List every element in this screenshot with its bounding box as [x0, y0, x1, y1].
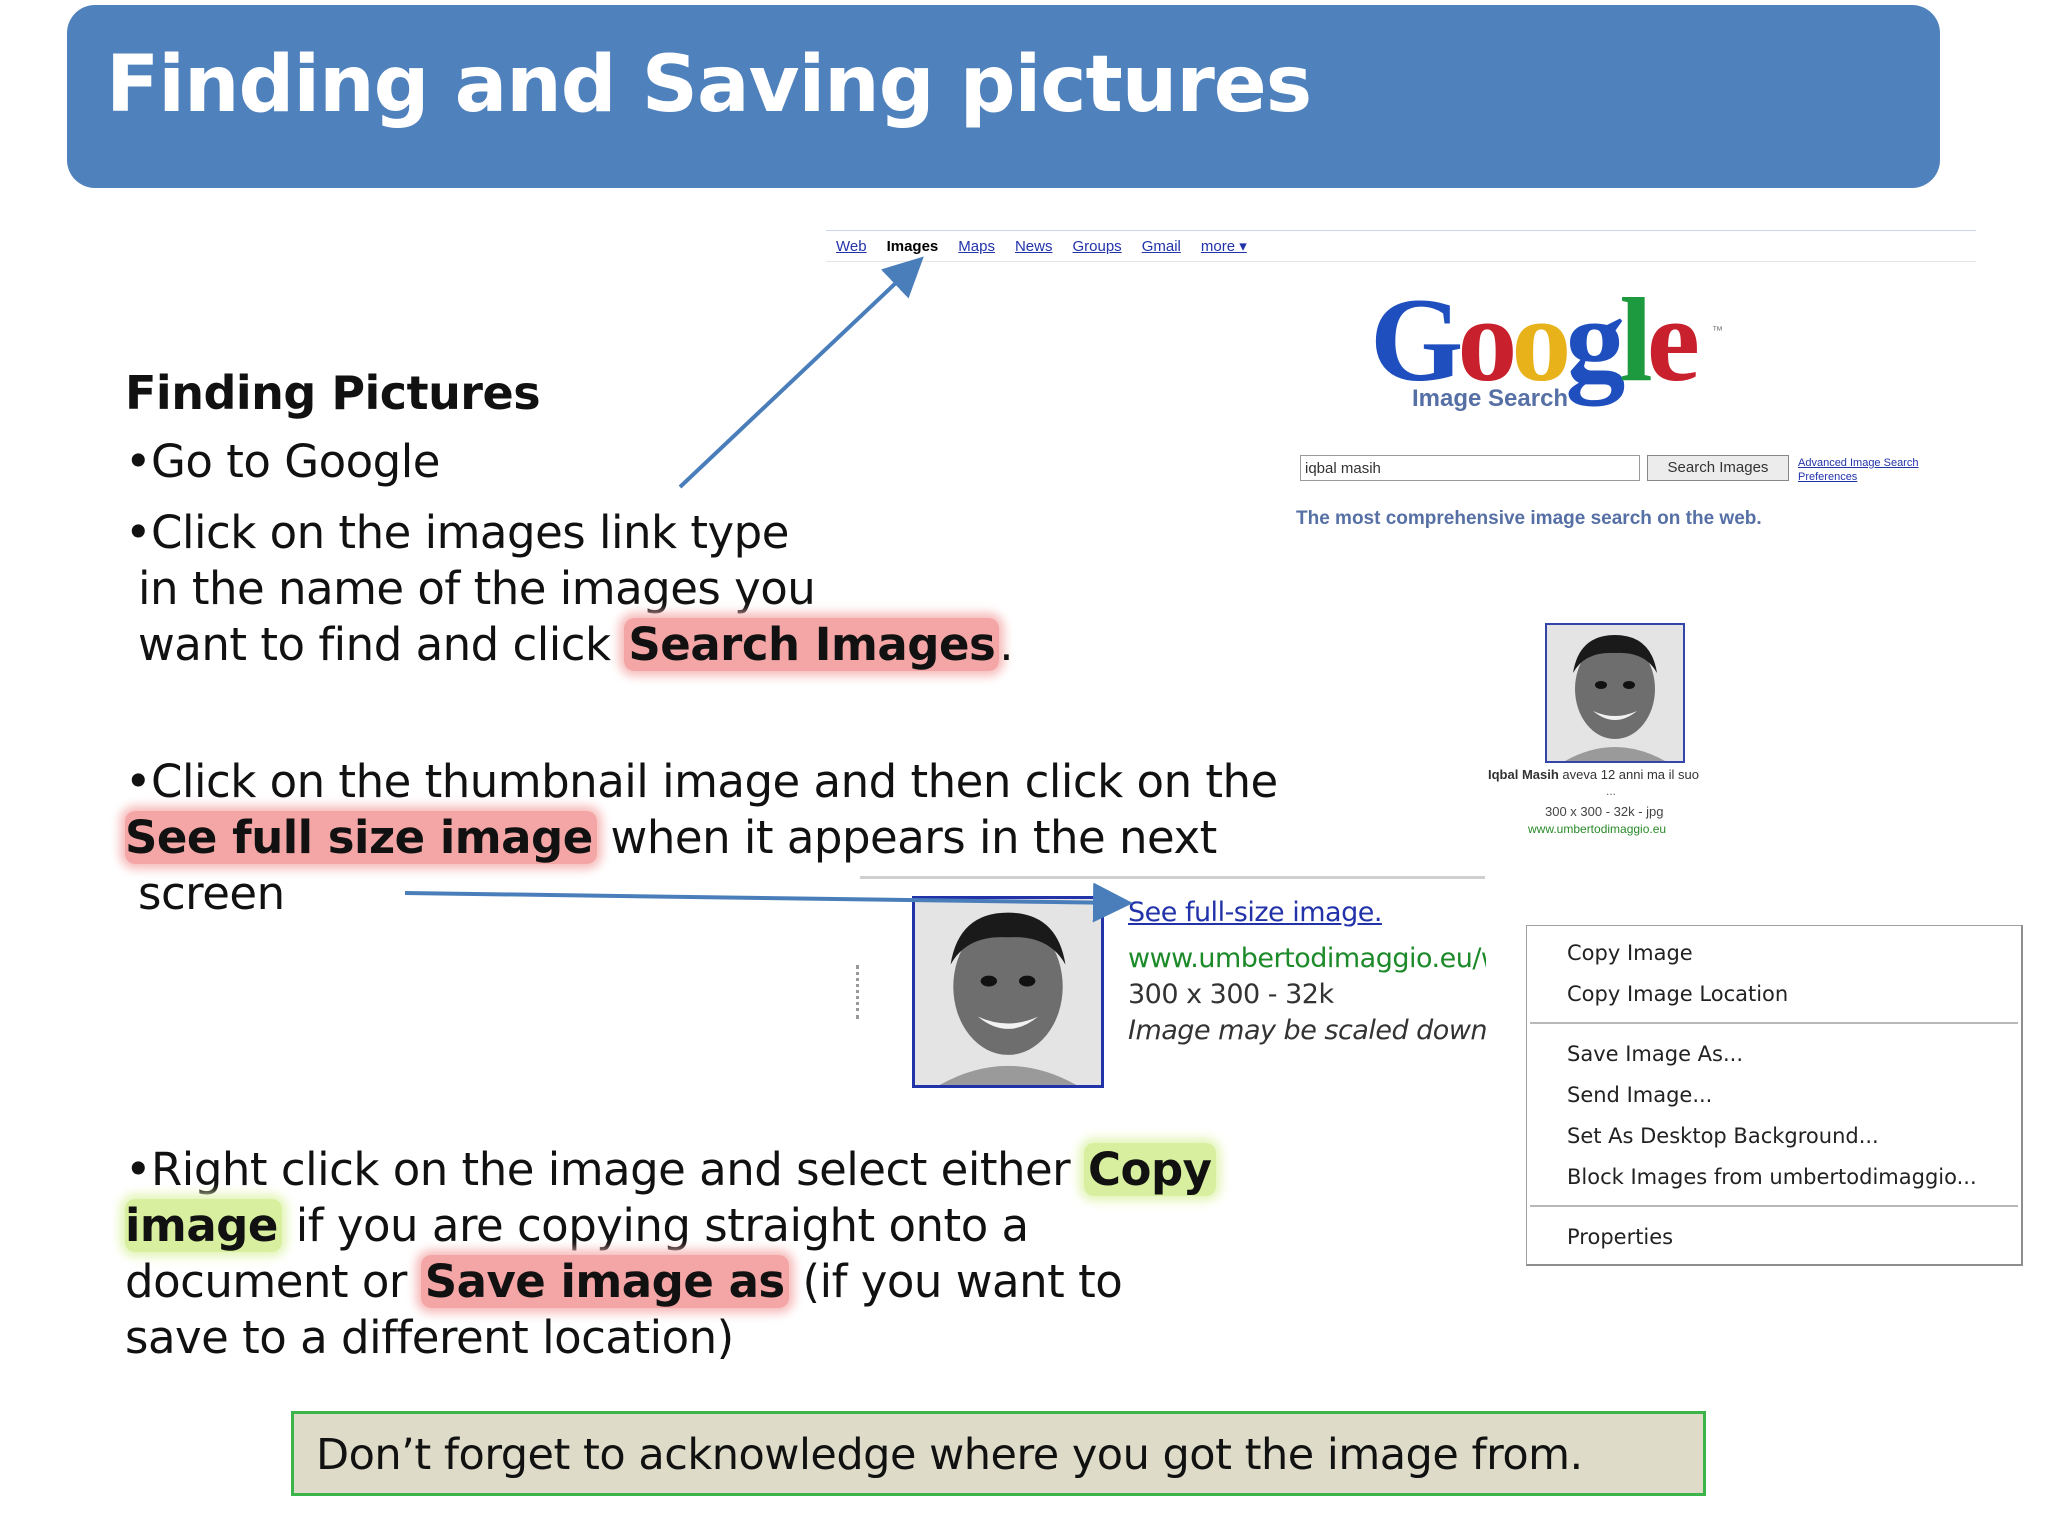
- annotation-arrows: [404, 256, 1133, 923]
- arrow-icon: [678, 256, 924, 489]
- arrow-icon: [404, 882, 1133, 923]
